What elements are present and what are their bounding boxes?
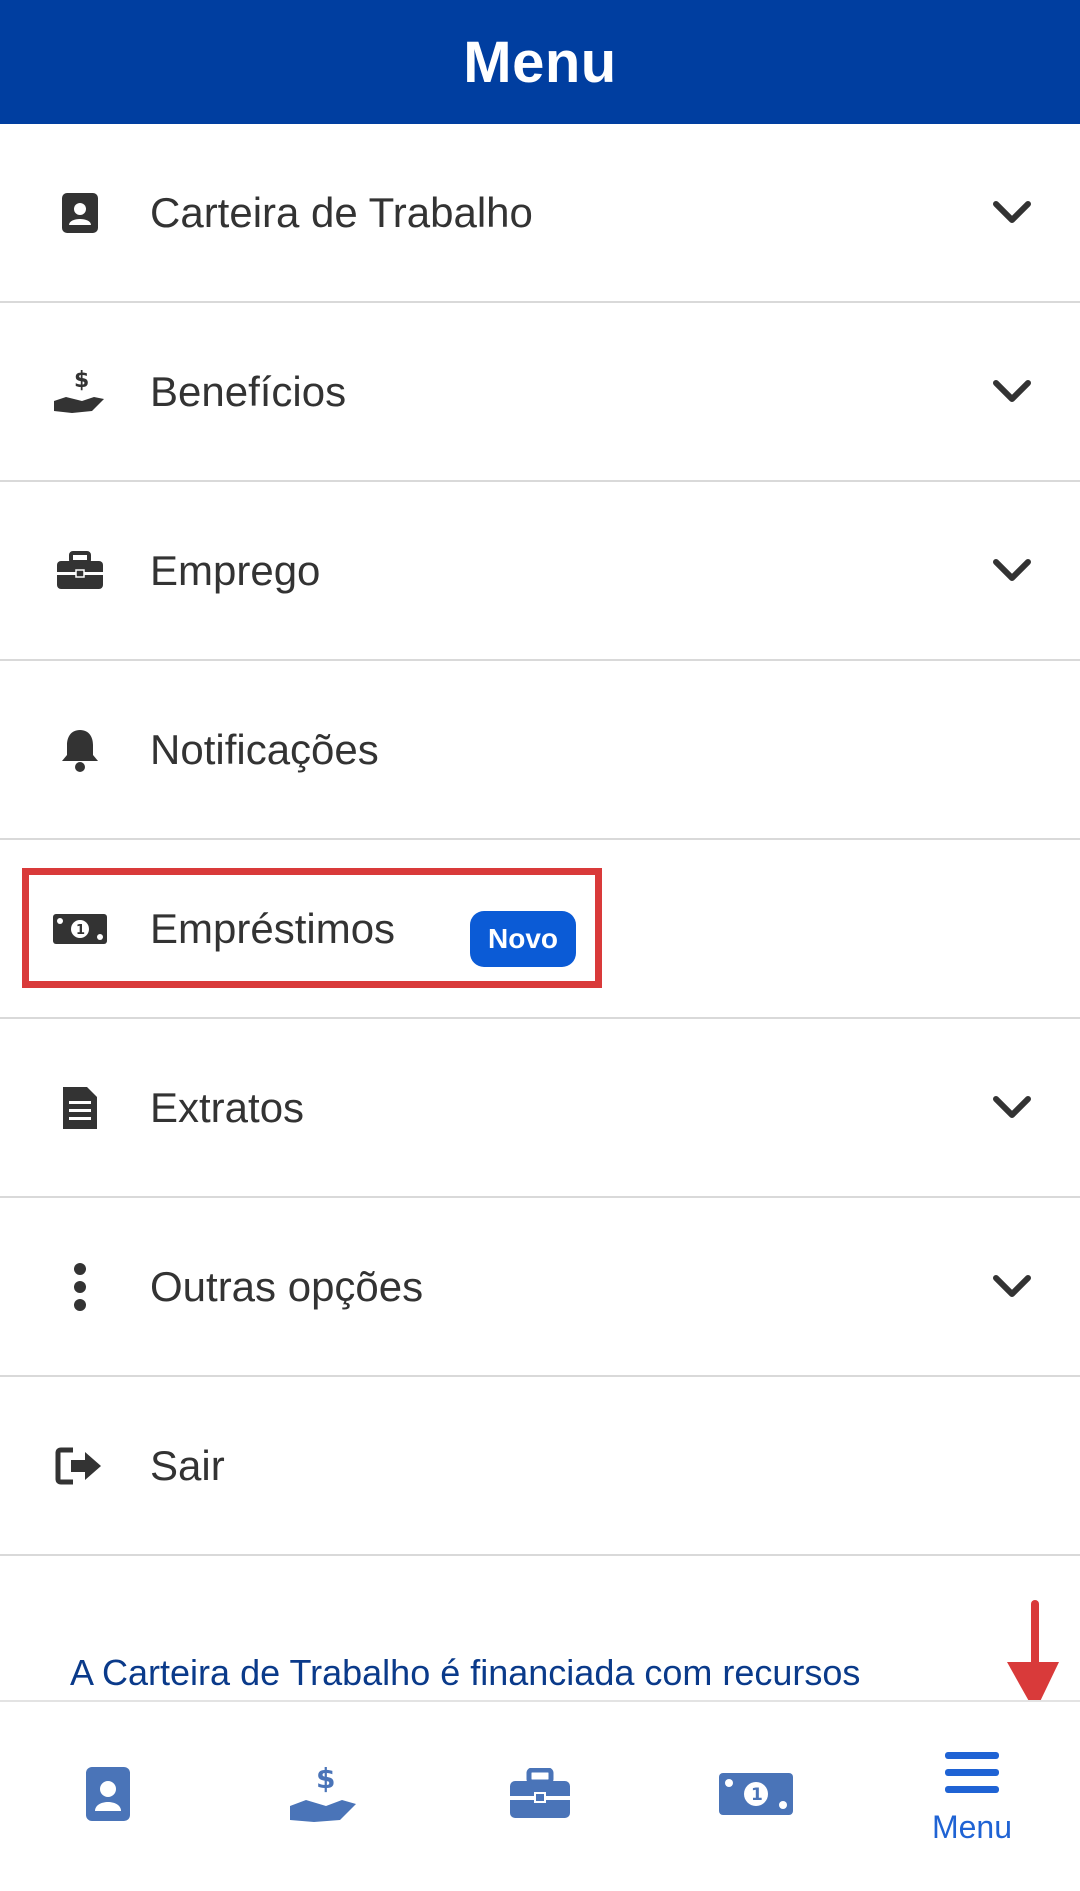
header-bar: Menu xyxy=(0,0,1080,124)
footer-funding-text: A Carteira de Trabalho é financiada com … xyxy=(70,1652,861,1693)
menu-item-label: Benefícios xyxy=(150,367,347,415)
bell-icon xyxy=(50,720,110,780)
hamburger-menu-icon xyxy=(943,1748,1001,1803)
nav-carteira-button[interactable] xyxy=(0,1702,216,1891)
menu-item-beneficios[interactable]: $ Benefícios xyxy=(0,303,1080,482)
bottom-navigation: $ 1 Menu xyxy=(0,1700,1080,1891)
nav-beneficios-button[interactable]: $ xyxy=(216,1702,432,1891)
menu-item-emprestimos[interactable]: 1 Empréstimos Novo xyxy=(0,840,1080,1019)
menu-item-sair[interactable]: Sair xyxy=(0,1377,1080,1556)
new-badge: Novo xyxy=(470,911,576,967)
menu-item-label: Empréstimos xyxy=(150,904,396,952)
menu-item-notificacoes[interactable]: Notificações xyxy=(0,661,1080,840)
menu-item-extratos[interactable]: Extratos xyxy=(0,1019,1080,1198)
svg-text:$: $ xyxy=(316,1762,335,1795)
sign-out-icon xyxy=(50,1436,110,1496)
money-bill-icon: 1 xyxy=(50,899,110,959)
chevron-down-icon[interactable] xyxy=(984,364,1040,420)
document-icon xyxy=(50,1078,110,1138)
menu-item-emprego[interactable]: Emprego xyxy=(0,482,1080,661)
chevron-down-icon[interactable] xyxy=(984,1080,1040,1136)
menu-item-label: Carteira de Trabalho xyxy=(150,188,533,236)
svg-text:1: 1 xyxy=(751,1785,763,1805)
menu-list: Carteira de Trabalho $ Benefícios Empreg… xyxy=(0,124,1080,1556)
id-card-icon xyxy=(84,1765,132,1828)
chevron-down-icon[interactable] xyxy=(984,1259,1040,1315)
briefcase-icon xyxy=(50,541,110,601)
svg-text:$: $ xyxy=(74,368,89,393)
menu-item-label: Sair xyxy=(150,1441,225,1489)
briefcase-icon xyxy=(508,1767,572,1825)
hand-dollar-icon: $ xyxy=(288,1762,360,1831)
nav-emprego-button[interactable] xyxy=(432,1702,648,1891)
money-bill-icon: 1 xyxy=(717,1769,795,1824)
chevron-down-icon[interactable] xyxy=(984,543,1040,599)
vertical-dots-icon xyxy=(50,1257,110,1317)
menu-item-label: Emprego xyxy=(150,546,321,594)
hand-dollar-icon: $ xyxy=(50,362,110,422)
menu-item-outras-opcoes[interactable]: Outras opções xyxy=(0,1198,1080,1377)
nav-menu-button[interactable]: Menu xyxy=(864,1702,1080,1891)
menu-item-label: Extratos xyxy=(150,1083,305,1131)
svg-text:1: 1 xyxy=(76,923,85,938)
id-card-icon xyxy=(50,183,110,243)
chevron-down-icon[interactable] xyxy=(984,185,1040,241)
menu-item-label: Outras opções xyxy=(150,1262,424,1310)
menu-item-label: Notificações xyxy=(150,725,379,773)
nav-menu-label: Menu xyxy=(931,1808,1013,1845)
nav-emprestimos-button[interactable]: 1 xyxy=(648,1702,864,1891)
menu-item-carteira-de-trabalho[interactable]: Carteira de Trabalho xyxy=(0,124,1080,303)
page-title: Menu xyxy=(463,29,617,95)
